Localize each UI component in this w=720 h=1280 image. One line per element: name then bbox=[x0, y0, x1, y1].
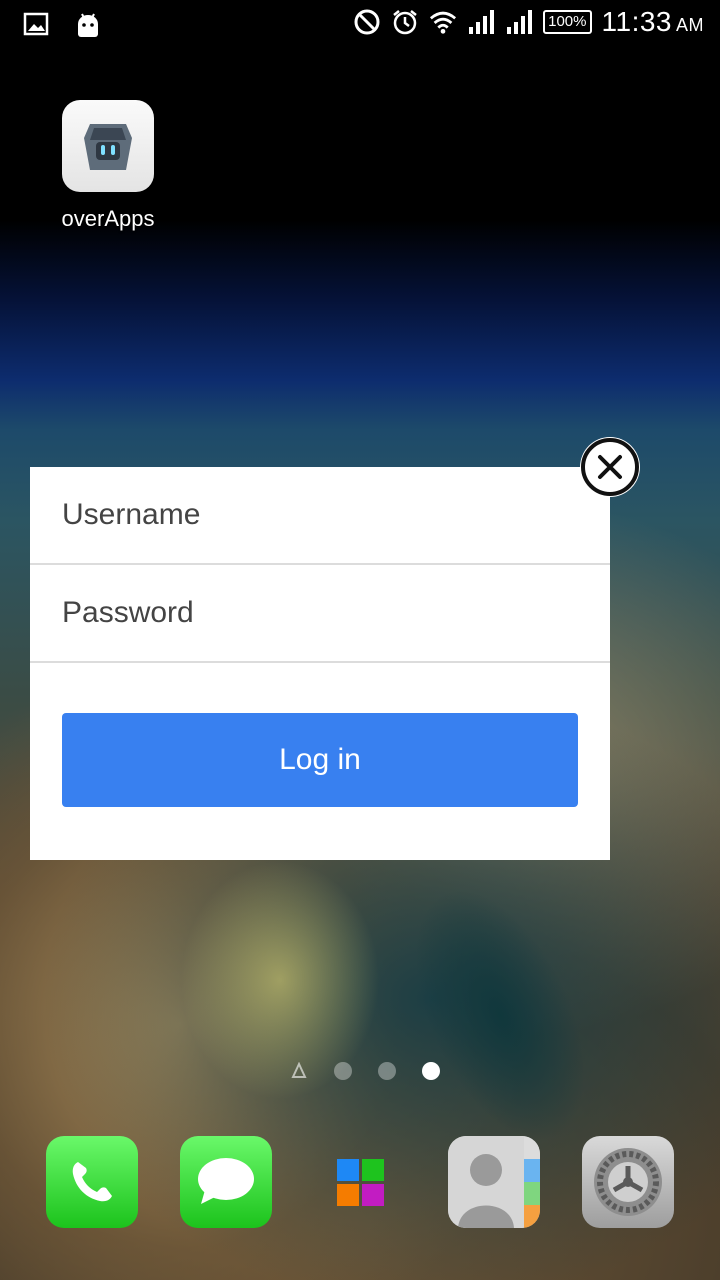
page-dot-home-icon[interactable] bbox=[290, 1061, 308, 1080]
phone-icon bbox=[72, 1162, 112, 1202]
username-input[interactable] bbox=[30, 498, 610, 532]
status-bar: 100% 11:33 AM bbox=[0, 0, 720, 50]
page-dot[interactable] bbox=[378, 1062, 396, 1080]
android-icon bbox=[74, 10, 102, 38]
clock-ampm: AM bbox=[676, 15, 704, 35]
wifi-icon bbox=[429, 8, 457, 36]
app-label: overApps bbox=[61, 206, 155, 231]
app-drawer-button[interactable] bbox=[314, 1136, 406, 1228]
contacts-app[interactable] bbox=[448, 1136, 540, 1228]
close-button[interactable] bbox=[580, 437, 640, 497]
username-field-row bbox=[30, 467, 610, 565]
settings-app[interactable] bbox=[582, 1136, 674, 1228]
signal-icon bbox=[467, 8, 495, 36]
page-indicator bbox=[290, 1061, 440, 1080]
overapps-icon bbox=[62, 100, 154, 192]
clock: 11:33 AM bbox=[602, 6, 705, 38]
contacts-icon bbox=[448, 1136, 540, 1228]
password-field-row bbox=[30, 565, 610, 663]
login-dialog: Log in bbox=[30, 467, 610, 860]
message-bubble-icon bbox=[198, 1158, 254, 1204]
alarm-icon bbox=[391, 8, 419, 36]
page-dot[interactable] bbox=[334, 1062, 352, 1080]
signal-icon bbox=[505, 8, 533, 36]
dock bbox=[0, 1136, 720, 1228]
do-not-disturb-icon bbox=[353, 8, 381, 36]
app-grid-icon bbox=[336, 1158, 384, 1206]
battery-icon: 100% bbox=[543, 10, 592, 34]
password-input[interactable] bbox=[30, 596, 610, 630]
gear-icon bbox=[594, 1148, 662, 1216]
gallery-icon bbox=[22, 10, 50, 38]
login-button[interactable]: Log in bbox=[62, 713, 578, 807]
desktop-app-overapps[interactable]: overApps bbox=[58, 100, 158, 232]
clock-time: 11:33 bbox=[601, 6, 672, 37]
page-dot-active[interactable] bbox=[422, 1062, 440, 1080]
messages-app[interactable] bbox=[180, 1136, 272, 1228]
phone-app[interactable] bbox=[46, 1136, 138, 1228]
close-icon bbox=[581, 438, 639, 496]
